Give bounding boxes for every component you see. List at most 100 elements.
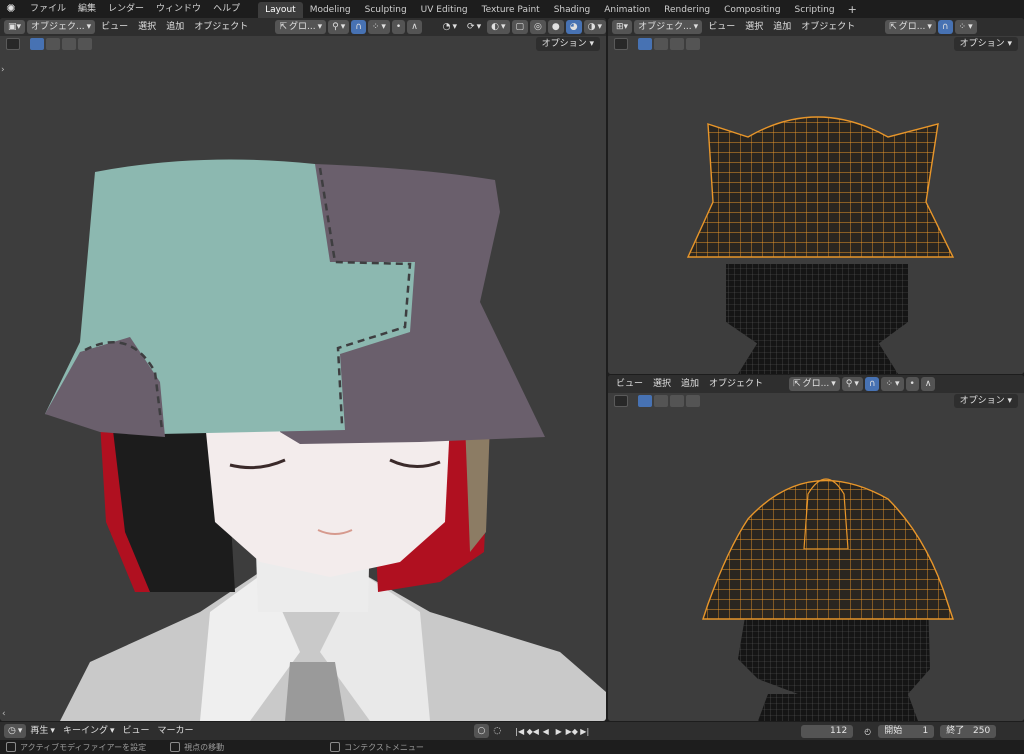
shading-solid-button[interactable]: ● [547, 20, 564, 34]
end-frame-field[interactable]: 終了 250 [940, 724, 997, 738]
stopwatch-icon[interactable]: ◴ [861, 725, 874, 738]
add-workspace-button[interactable]: + [842, 3, 863, 16]
select-new-icon[interactable] [30, 38, 44, 50]
snap-toggle[interactable]: ∩ [351, 20, 366, 34]
tab-modeling[interactable]: Modeling [303, 2, 358, 18]
select-tool-icon[interactable] [6, 38, 20, 50]
menu-view[interactable]: ビュー [704, 20, 739, 34]
main-3d-view[interactable]: › ‹ [0, 52, 606, 721]
snap-target-button[interactable]: ⁘ ▾ [367, 20, 390, 34]
overlay-button[interactable]: ◐ ▾ [487, 20, 510, 34]
menu-file[interactable]: ファイル [24, 0, 72, 18]
timeline-marker-menu[interactable]: マーカー [154, 724, 198, 738]
timeline-play-menu[interactable]: 再生 ▾ [26, 724, 59, 738]
menu-object[interactable]: オブジェクト [797, 20, 859, 34]
tab-shading[interactable]: Shading [547, 2, 598, 18]
mode-select[interactable]: オブジェク... ▾ [27, 20, 96, 34]
menu-edit[interactable]: 編集 [72, 0, 102, 18]
editor-type-button[interactable]: ⊞▾ [612, 20, 633, 34]
menu-window[interactable]: ウィンドウ [150, 0, 207, 18]
snap-target-button[interactable]: ⁘ ▾ [881, 377, 904, 391]
front-wireframe-view[interactable] [608, 52, 1024, 374]
jump-start-icon[interactable]: |◀ [513, 725, 526, 738]
shading-wireframe-button[interactable]: ◎ [530, 20, 546, 34]
select-extend-icon[interactable] [46, 38, 60, 50]
pivot-point-button[interactable]: ⚲ ▾ [328, 20, 350, 34]
menu-add[interactable]: 追加 [769, 20, 795, 34]
select-tool-icon[interactable] [614, 395, 628, 407]
view-object-types-button[interactable]: ◔ ▾ [439, 20, 461, 34]
menu-select[interactable]: 選択 [649, 377, 675, 391]
menu-select[interactable]: 選択 [741, 20, 767, 34]
blender-logo-icon[interactable]: ✺ [4, 2, 18, 16]
auto-keying-toggle[interactable]: ○ [473, 724, 490, 738]
menu-help[interactable]: ヘルプ [207, 0, 246, 18]
select-intersect-icon[interactable] [686, 38, 700, 50]
select-tool-icon[interactable] [614, 38, 628, 50]
options-button[interactable]: オプション ▾ [953, 37, 1018, 51]
start-frame-field[interactable]: 開始 1 [878, 724, 935, 738]
select-new-icon[interactable] [638, 38, 652, 50]
proportional-edit-toggle[interactable]: • [391, 20, 406, 34]
viewport-main[interactable]: ▣▾ オブジェク... ▾ ビュー 選択 追加 オブジェクト ⇱ グロ... ▾ ⚲ ▾… [0, 18, 606, 721]
falloff-button[interactable]: ∧ [920, 377, 936, 391]
menu-object[interactable]: オブジェクト [190, 20, 252, 34]
play-reverse-icon[interactable]: ◀ [539, 725, 552, 738]
left-edge-handle[interactable]: › [1, 65, 5, 75]
timeline-editor-type-button[interactable]: ◷ ▾ [4, 724, 27, 738]
timeline-keying-menu[interactable]: キーイング ▾ [59, 724, 119, 738]
options-button[interactable]: オプション ▾ [535, 37, 600, 51]
select-intersect-icon[interactable] [78, 38, 92, 50]
transform-orientation-select[interactable]: ⇱ グロ... ▾ [885, 20, 936, 34]
shading-rendered-button[interactable]: ◑ ▾ [583, 20, 606, 34]
menu-add[interactable]: 追加 [162, 20, 188, 34]
side-wireframe-view[interactable] [608, 409, 1024, 721]
menu-add[interactable]: 追加 [677, 377, 703, 391]
tab-compositing[interactable]: Compositing [717, 2, 787, 18]
xray-toggle[interactable]: ▢ [511, 20, 529, 34]
tab-texture-paint[interactable]: Texture Paint [475, 2, 547, 18]
tab-scripting[interactable]: Scripting [788, 2, 842, 18]
menu-view[interactable]: ビュー [97, 20, 132, 34]
select-subtract-icon[interactable] [62, 38, 76, 50]
bottom-edge-handle[interactable]: ‹ [2, 709, 6, 719]
transform-orientation-select[interactable]: ⇱ グロ... ▾ [275, 20, 327, 34]
menu-render[interactable]: レンダー [102, 0, 150, 18]
snap-toggle[interactable]: ∩ [864, 377, 880, 391]
viewport-bottom-right[interactable]: ビュー 選択 追加 オブジェクト ⇱ グロ... ▾ ⚲ ▾ ∩ ⁘ ▾ • ∧ オプシ… [608, 375, 1024, 721]
timeline-view-menu[interactable]: ビュー [118, 724, 153, 738]
shading-material-button[interactable]: ◕ [565, 20, 582, 34]
snap-toggle[interactable]: ∩ [937, 20, 953, 34]
jump-keyframe-forward-icon[interactable]: ▶◆ [565, 725, 578, 738]
menu-select[interactable]: 選択 [134, 20, 160, 34]
top-bar: ✺ ファイル 編集 レンダー ウィンドウ ヘルプ Layout Modeling… [0, 0, 1024, 18]
select-extend-icon[interactable] [654, 395, 668, 407]
select-subtract-icon[interactable] [670, 38, 684, 50]
menu-object[interactable]: オブジェクト [705, 377, 767, 391]
tab-sculpting[interactable]: Sculpting [358, 2, 414, 18]
jump-end-icon[interactable]: ▶| [578, 725, 591, 738]
mode-select[interactable]: オブジェク... ▾ [634, 20, 703, 34]
tab-uv-editing[interactable]: UV Editing [414, 2, 475, 18]
select-new-icon[interactable] [638, 395, 652, 407]
falloff-button[interactable]: ∧ [407, 20, 422, 34]
select-extend-icon[interactable] [654, 38, 668, 50]
jump-keyframe-back-icon[interactable]: ◆◀ [526, 725, 539, 738]
snap-target-button[interactable]: ⁘ ▾ [954, 20, 977, 34]
gizmo-button[interactable]: ⟳ ▾ [463, 20, 485, 34]
transform-orientation-select[interactable]: ⇱ グロ... ▾ [789, 377, 840, 391]
select-subtract-icon[interactable] [670, 395, 684, 407]
menu-view[interactable]: ビュー [612, 377, 647, 391]
pivot-point-button[interactable]: ⚲ ▾ [841, 377, 863, 391]
keying-set-button[interactable]: ◌ [489, 724, 505, 738]
tab-animation[interactable]: Animation [597, 2, 657, 18]
play-icon[interactable]: ▶ [552, 725, 565, 738]
current-frame-field[interactable]: 112 [801, 724, 854, 738]
options-button[interactable]: オプション ▾ [953, 394, 1018, 408]
editor-type-button[interactable]: ▣▾ [4, 20, 26, 34]
viewport-top-right[interactable]: ⊞▾ オブジェク... ▾ ビュー 選択 追加 オブジェクト ⇱ グロ... ▾ ∩ … [608, 18, 1024, 374]
select-intersect-icon[interactable] [686, 395, 700, 407]
tab-rendering[interactable]: Rendering [657, 2, 717, 18]
proportional-edit-toggle[interactable]: • [905, 377, 919, 391]
tab-layout[interactable]: Layout [258, 1, 303, 18]
